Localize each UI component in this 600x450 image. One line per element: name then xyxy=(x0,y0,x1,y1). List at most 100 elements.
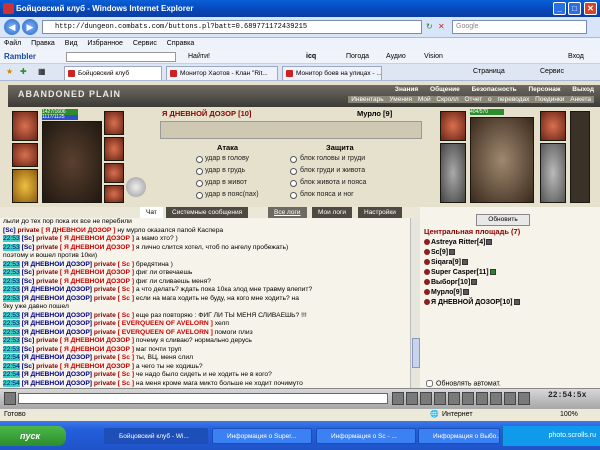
tab-street-battles[interactable]: Монитор боев на улицах - ... xyxy=(282,66,382,80)
tab-haot-monitor[interactable]: Монитор Хаотов - Клан "Rit... xyxy=(166,66,278,80)
info-icon[interactable] xyxy=(471,279,478,286)
audio-button[interactable]: Аудио xyxy=(386,50,406,64)
weather-button[interactable]: Погода xyxy=(346,50,369,64)
user-list-item[interactable]: Super Casper[11] xyxy=(424,269,496,276)
chat-sender[interactable]: [Я ДНЕВНОЙ ДОЗОР] xyxy=(22,312,92,319)
user-list-item[interactable]: Astreya Ritter[4] xyxy=(424,239,493,246)
belt-slot[interactable] xyxy=(104,137,124,161)
chat-timestamp[interactable]: 22:53 xyxy=(3,269,20,276)
auto-update-checkbox[interactable] xyxy=(426,380,433,387)
attack-radio[interactable] xyxy=(196,180,203,187)
offhand-slot[interactable] xyxy=(12,169,38,203)
close-button[interactable]: ✕ xyxy=(584,2,597,15)
rambler-search-input[interactable] xyxy=(66,52,176,62)
translit-icon[interactable] xyxy=(420,392,432,405)
menu-scroll[interactable]: Мой Скролл xyxy=(418,96,459,103)
task-item[interactable]: Информация о Sc - ... xyxy=(316,428,416,444)
chat-timestamp[interactable]: 22:53 xyxy=(3,277,20,285)
attack-radio[interactable] xyxy=(196,192,203,199)
user-list-item[interactable]: Siqara[9] xyxy=(424,259,468,266)
chat-sender[interactable]: [Я ДНЕВНОЙ ДОЗОР] xyxy=(22,371,92,378)
chat-timestamp[interactable]: 22:53 xyxy=(3,311,20,319)
menu-exit[interactable]: Выход xyxy=(572,86,594,93)
tab-chat[interactable]: Чат xyxy=(140,207,163,218)
boots-slot[interactable] xyxy=(104,185,124,203)
chat-scroll-thumb[interactable] xyxy=(412,338,420,368)
chat-input[interactable] xyxy=(18,393,388,404)
menu-favorites[interactable]: Избранное xyxy=(87,40,122,47)
armor-slot[interactable] xyxy=(104,111,124,135)
zoom-level[interactable]: 100% xyxy=(560,409,578,421)
menu-help[interactable]: Справка xyxy=(167,40,194,47)
chat-sender[interactable]: [Sc] xyxy=(22,346,35,353)
self-name[interactable]: Я ДНЕВНОЙ ДОЗОР [10] xyxy=(162,109,251,118)
chat-recipient[interactable]: [ Sc ] xyxy=(118,286,134,293)
task-item[interactable]: Информация о Выбо... xyxy=(418,428,500,444)
tab-list-icon[interactable]: ▦ xyxy=(38,67,46,76)
exit-icon[interactable] xyxy=(518,392,530,405)
chat-recipient[interactable]: [ Я ДНЕВНОЙ ДОЗОР ] xyxy=(60,363,134,370)
chat-recipient[interactable]: [ Sc ] xyxy=(118,295,134,302)
chat-recipient[interactable]: [ EVERQUEEN OF AVELORN ] xyxy=(118,329,213,336)
vision-button[interactable]: Vision xyxy=(424,50,443,64)
opponent-name[interactable]: Мурло [9] xyxy=(357,109,392,118)
helmet-slot[interactable] xyxy=(12,111,38,141)
chat-timestamp[interactable]: 22:53 xyxy=(3,260,20,268)
chat-timestamp[interactable]: 22:53 xyxy=(3,320,20,327)
chat-timestamp[interactable]: 22:53 xyxy=(3,286,20,293)
chat-recipient[interactable]: [ Sc ] xyxy=(118,354,134,361)
menu-edit[interactable]: Правка xyxy=(31,40,55,47)
page-menu[interactable]: Страница xyxy=(473,68,505,75)
find-button[interactable]: Найти! xyxy=(188,50,210,64)
defense-radio[interactable] xyxy=(290,180,297,187)
back-icon[interactable]: ◀ xyxy=(4,19,20,35)
favorites-star-icon[interactable]: ★ xyxy=(6,67,13,76)
chat-timestamp[interactable]: 22:53 xyxy=(3,337,20,344)
clear-icon[interactable] xyxy=(434,392,446,405)
chat-sender[interactable]: [Sc] xyxy=(22,244,35,251)
menu-knowledge[interactable]: Знания xyxy=(395,86,418,93)
chat-sender[interactable]: [Я ДНЕВНОЙ ДОЗОР] xyxy=(22,295,92,302)
help-icon[interactable] xyxy=(490,392,502,405)
add-favorite-icon[interactable]: ✚ xyxy=(20,67,27,76)
info-icon[interactable] xyxy=(513,299,520,306)
chat-sender[interactable]: [Я ДНЕВНОЙ ДОЗОР] xyxy=(22,329,92,336)
user-list-item[interactable]: Мурло[9] xyxy=(424,289,469,296)
chat-timestamp[interactable]: 22:53 xyxy=(3,294,20,302)
chat-mode-icon[interactable] xyxy=(4,392,16,405)
menu-tools[interactable]: Сервис xyxy=(133,40,157,47)
info-icon[interactable] xyxy=(462,289,469,296)
chat-sender[interactable]: [Sc] xyxy=(22,337,35,344)
stop-chat-icon[interactable] xyxy=(476,392,488,405)
gloves-slot[interactable] xyxy=(104,163,124,183)
weapon-slot[interactable] xyxy=(12,143,38,167)
stop-icon[interactable]: ✕ xyxy=(438,22,445,31)
refresh-button[interactable]: Обновить xyxy=(476,214,530,226)
chat-timestamp[interactable]: 22:53 xyxy=(3,345,20,353)
menu-profile[interactable]: Анкета xyxy=(570,96,591,103)
chat-sender[interactable]: [Я ДНЕВНОЙ ДОЗОР] xyxy=(22,354,92,361)
forward-icon[interactable]: ▶ xyxy=(22,19,38,35)
defense-radio[interactable] xyxy=(290,192,297,199)
tab-settings[interactable]: Настройки xyxy=(358,207,402,218)
chat-sender[interactable]: [Я ДНЕВНОЙ ДОЗОР] xyxy=(22,286,92,293)
chat-sender[interactable]: [Я ДНЕВНОЙ ДОЗОР] xyxy=(22,261,92,268)
chat-sender[interactable]: [Sc] xyxy=(22,269,35,276)
menu-transfers[interactable]: Отчет о переводах xyxy=(464,96,529,103)
task-item[interactable]: Информация о Super... xyxy=(212,428,312,444)
menu-duels[interactable]: Поединки xyxy=(535,96,564,103)
menu-inventory[interactable]: Инвентарь xyxy=(351,96,383,103)
menu-character[interactable]: Персонаж xyxy=(528,86,560,93)
defense-radio[interactable] xyxy=(290,156,297,163)
chat-sender[interactable]: [Sc] xyxy=(3,227,16,234)
chat-sender[interactable]: [Я ДНЕВНОЙ ДОЗОР] xyxy=(22,320,92,327)
user-list-item[interactable]: Sc[9] xyxy=(424,249,456,256)
address-input[interactable]: http://dungeon.combats.com/buttons.pl?ba… xyxy=(42,20,422,34)
maximize-button[interactable]: □ xyxy=(568,2,581,15)
defense-radio[interactable] xyxy=(290,168,297,175)
menu-communication[interactable]: Общение xyxy=(430,86,460,93)
tab-combats[interactable]: Бойцовский клуб xyxy=(64,66,162,80)
icq-button[interactable]: icq xyxy=(306,50,316,64)
chat-recipient[interactable]: [ Я ДНЕВНОЙ ДОЗОР ] xyxy=(60,235,134,242)
login-button[interactable]: Вход xyxy=(568,50,584,64)
